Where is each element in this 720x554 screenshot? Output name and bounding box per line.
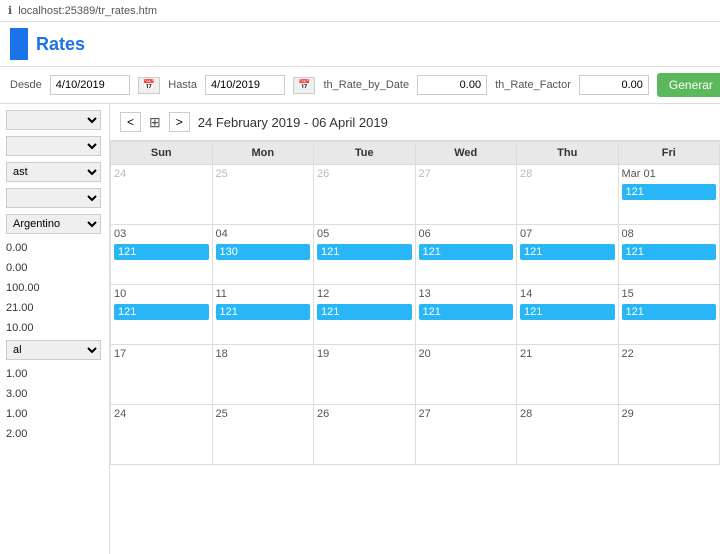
sidebar-section-4 xyxy=(6,188,103,208)
header-accent-bar xyxy=(10,28,28,60)
calendar-cell[interactable]: 19 xyxy=(314,345,416,405)
event-bar[interactable]: 130 xyxy=(216,244,311,260)
calendar-cell[interactable]: 28 xyxy=(517,165,619,225)
col-sun: Sun xyxy=(111,142,213,165)
col-thu: Thu xyxy=(517,142,619,165)
calendar-next-button[interactable]: > xyxy=(169,112,190,132)
th-rate-factor-input[interactable] xyxy=(579,75,649,95)
calendar-cell[interactable]: 04130 xyxy=(212,225,314,285)
calendar-cell[interactable]: 15121 xyxy=(618,285,720,345)
calendar-grid-icon[interactable]: ⊞ xyxy=(149,114,161,131)
calendar-cell[interactable]: 13121 xyxy=(415,285,517,345)
sidebar-section-2 xyxy=(6,136,103,156)
calendar-cell[interactable]: 25 xyxy=(212,165,314,225)
calendar-cell[interactable]: 05121 xyxy=(314,225,416,285)
event-bar[interactable]: 121 xyxy=(419,244,514,260)
sidebar-section-3: ast xyxy=(6,162,103,182)
calendar-prev-button[interactable]: < xyxy=(120,112,141,132)
calendar-nav: < ⊞ > 24 February 2019 - 06 April 2019 xyxy=(110,104,720,141)
calendar-cell[interactable]: 26 xyxy=(314,165,416,225)
calendar-cell[interactable]: 27 xyxy=(415,405,517,465)
col-fri: Fri xyxy=(618,142,720,165)
calendar-cell[interactable]: 28 xyxy=(517,405,619,465)
th-rate-by-date-input[interactable] xyxy=(417,75,487,95)
sidebar-bottom-value-3: 1.00 xyxy=(6,406,103,422)
event-bar[interactable]: 121 xyxy=(520,244,615,260)
calendar-cell[interactable]: 11121 xyxy=(212,285,314,345)
calendar-cell[interactable]: 17 xyxy=(111,345,213,405)
hasta-label: Hasta xyxy=(168,79,197,91)
th-rate-by-date-label: th_Rate_by_Date xyxy=(323,79,409,91)
sidebar-value-4: 21.00 xyxy=(6,300,103,316)
sidebar-dropdown-3[interactable]: ast xyxy=(6,162,101,182)
event-bar[interactable]: 121 xyxy=(317,304,412,320)
generar-button[interactable]: Generar xyxy=(657,73,720,97)
sidebar-dropdown-1[interactable] xyxy=(6,110,101,130)
calendar-cell[interactable]: 26 xyxy=(314,405,416,465)
calendar-cell[interactable]: 20 xyxy=(415,345,517,405)
event-bar[interactable]: 121 xyxy=(114,304,209,320)
sidebar-value-3: 100.00 xyxy=(6,280,103,296)
sidebar-argentino-dropdown[interactable]: Argentino xyxy=(6,214,101,234)
calendar-table: Sun Mon Tue Wed Thu Fri 2425262728Mar 01… xyxy=(110,141,720,465)
url-display: localhost:25389/tr_rates.htm xyxy=(18,5,157,17)
top-bar: ℹ localhost:25389/tr_rates.htm xyxy=(0,0,720,22)
info-icon: ℹ xyxy=(8,4,12,17)
calendar-cell[interactable]: 07121 xyxy=(517,225,619,285)
sidebar-bottom-value-1: 1.00 xyxy=(6,366,103,382)
calendar-cell[interactable]: 25 xyxy=(212,405,314,465)
calendar-cell[interactable]: 03121 xyxy=(111,225,213,285)
event-bar[interactable]: 121 xyxy=(622,184,717,200)
col-tue: Tue xyxy=(314,142,416,165)
calendar-cell[interactable]: 22 xyxy=(618,345,720,405)
sidebar: ast Argentino 0.00 0.00 100.00 21.00 10.… xyxy=(0,104,110,554)
desde-input[interactable] xyxy=(50,75,130,95)
calendar-cell[interactable]: 29 xyxy=(618,405,720,465)
sidebar-bottom-dropdown-section: al xyxy=(6,340,103,360)
desde-calendar-button[interactable]: 📅 xyxy=(138,77,160,94)
sidebar-bottom-dropdown[interactable]: al xyxy=(6,340,101,360)
hasta-calendar-button[interactable]: 📅 xyxy=(293,77,315,94)
calendar-cell[interactable]: 24 xyxy=(111,405,213,465)
sidebar-argentino-section: Argentino xyxy=(6,214,103,234)
event-bar[interactable]: 121 xyxy=(520,304,615,320)
sidebar-dropdown-2[interactable] xyxy=(6,136,101,156)
sidebar-section-1 xyxy=(6,110,103,130)
header: Rates xyxy=(0,22,720,67)
event-bar[interactable]: 121 xyxy=(622,304,717,320)
main-layout: ast Argentino 0.00 0.00 100.00 21.00 10.… xyxy=(0,104,720,554)
event-bar[interactable]: 121 xyxy=(216,304,311,320)
event-bar[interactable]: 121 xyxy=(317,244,412,260)
sidebar-value-5: 10.00 xyxy=(6,320,103,336)
calendar-cell[interactable]: 14121 xyxy=(517,285,619,345)
calendar-cell[interactable]: 08121 xyxy=(618,225,720,285)
event-bar[interactable]: 121 xyxy=(622,244,717,260)
th-rate-factor-label: th_Rate_Factor xyxy=(495,79,571,91)
sidebar-bottom-value-4: 2.00 xyxy=(6,426,103,442)
page-title: Rates xyxy=(36,34,85,55)
calendar-cell[interactable]: 24 xyxy=(111,165,213,225)
desde-label: Desde xyxy=(10,79,42,91)
sidebar-dropdown-4[interactable] xyxy=(6,188,101,208)
col-mon: Mon xyxy=(212,142,314,165)
calendar-cell[interactable]: 12121 xyxy=(314,285,416,345)
calendar-cell[interactable]: 06121 xyxy=(415,225,517,285)
sidebar-bottom-value-2: 3.00 xyxy=(6,386,103,402)
calendar-date-range: 24 February 2019 - 06 April 2019 xyxy=(198,115,388,130)
sidebar-value-2: 0.00 xyxy=(6,260,103,276)
calendar-area: < ⊞ > 24 February 2019 - 06 April 2019 S… xyxy=(110,104,720,554)
calendar-cell[interactable]: 10121 xyxy=(111,285,213,345)
calendar-cell[interactable]: 21 xyxy=(517,345,619,405)
calendar-cell[interactable]: 18 xyxy=(212,345,314,405)
toolbar: Desde 📅 Hasta 📅 th_Rate_by_Date th_Rate_… xyxy=(0,67,720,104)
event-bar[interactable]: 121 xyxy=(419,304,514,320)
col-wed: Wed xyxy=(415,142,517,165)
sidebar-value-1: 0.00 xyxy=(6,240,103,256)
hasta-input[interactable] xyxy=(205,75,285,95)
calendar-cell[interactable]: 27 xyxy=(415,165,517,225)
event-bar[interactable]: 121 xyxy=(114,244,209,260)
calendar-cell[interactable]: Mar 01121 xyxy=(618,165,720,225)
